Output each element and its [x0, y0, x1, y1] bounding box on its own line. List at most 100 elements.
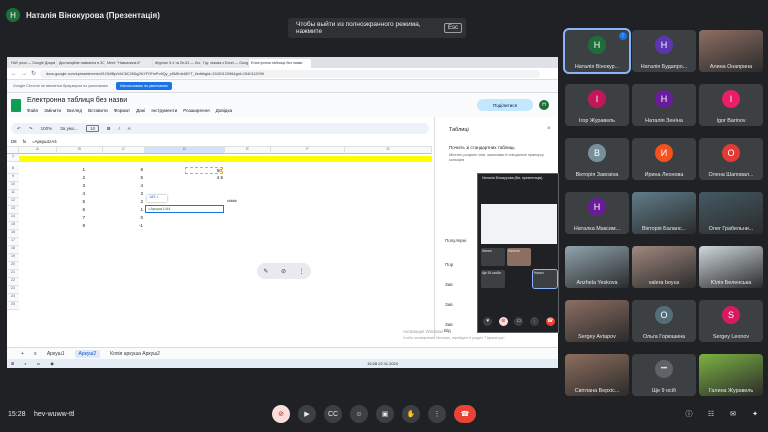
column-header[interactable]: F [271, 147, 345, 154]
column-header[interactable]: A [19, 147, 57, 154]
row-header[interactable]: 16 [7, 230, 19, 238]
column-header[interactable]: C [103, 147, 145, 154]
side-item[interactable]: Зав [445, 282, 453, 287]
cell-a11[interactable]: 3 [65, 183, 85, 188]
participant-tile[interactable]: Anzhela Yeskova [565, 246, 629, 288]
participant-tile[interactable]: Галина Журавель [699, 354, 763, 396]
menu-view[interactable]: Вигляд [67, 108, 82, 113]
cell-b9[interactable]: 6 [125, 167, 143, 172]
row-header[interactable]: 12 [7, 198, 19, 206]
browser-tab-active[interactable]: Електронна таблиця без назви [249, 59, 311, 68]
participant-tile[interactable]: Н Наталія Будапро... [632, 30, 696, 72]
cell-a15[interactable]: 7 [65, 215, 85, 220]
bold-icon[interactable]: B [107, 126, 110, 131]
more-icon[interactable]: ⋮ [299, 268, 305, 275]
mini-hangup-icon[interactable]: ☎ [545, 316, 555, 326]
participant-tile[interactable]: S Sergey Leonov [699, 300, 763, 342]
set-default-button[interactable]: Использовать по умолчанию [116, 82, 172, 90]
side-item[interactable]: Зав [445, 302, 453, 307]
side-item-popular[interactable]: Популярні [445, 238, 466, 243]
hide-icon[interactable]: ⊘ [281, 268, 286, 275]
sheet-tab[interactable]: Копія аркуша Аркуш2 [110, 351, 160, 357]
participant-tile[interactable]: И Ирина Леонова [632, 138, 696, 180]
formula-input[interactable]: =Аркуш1!A4 [32, 139, 57, 144]
column-header[interactable]: E [225, 147, 271, 154]
cell-e13[interactable]: ckbbk [227, 199, 257, 203]
browser-tab[interactable]: Гід: чекова з Excel — Google [201, 59, 248, 68]
menu-insert[interactable]: Вставити [88, 108, 108, 113]
participant-tile[interactable]: Алина Онаприна [699, 30, 763, 72]
cell-a12[interactable]: 4 [65, 191, 85, 196]
row-header[interactable]: 9 [7, 174, 19, 182]
back-icon[interactable]: ← [11, 71, 17, 77]
participant-tile[interactable]: І Ігор Журавель [565, 84, 629, 126]
participant-tile[interactable]: Олег Грабельни... [699, 192, 763, 234]
row-header[interactable]: 8 [7, 166, 19, 174]
mini-mic-off-icon[interactable]: ⊘ [498, 316, 508, 326]
sheet-tab[interactable]: Аркуш1 [47, 351, 65, 357]
row-header[interactable]: 20 [7, 262, 19, 270]
browser-tab[interactable]: Журнал 9-1 та 2b-03 — Google [153, 59, 200, 68]
text-color-icon[interactable]: A [128, 126, 131, 131]
browser-tab[interactable]: Meet: "Навчальна 6" [105, 59, 152, 68]
row-header[interactable]: 10 [7, 182, 19, 190]
info-icon[interactable]: ⓘ [680, 405, 698, 423]
participant-tile[interactable]: ••• Ще 9 осіб [632, 354, 696, 396]
menu-tools[interactable]: Інструменти [151, 108, 177, 113]
present-button[interactable]: ▣ [376, 405, 394, 423]
row-header[interactable]: 21 [7, 270, 19, 278]
chat-icon[interactable]: ✉ [724, 405, 742, 423]
search-icon[interactable]: ⌕ [24, 361, 26, 366]
cell-b16[interactable]: -1 [125, 223, 143, 228]
font-select[interactable]: За умо... [60, 126, 78, 131]
cell-b10[interactable]: 5 [125, 175, 143, 180]
raise-hand-button[interactable]: ✋ [402, 405, 420, 423]
row-header[interactable]: 17 [7, 238, 19, 246]
forward-icon[interactable]: → [21, 71, 27, 77]
column-header[interactable]: B [57, 147, 103, 154]
all-sheets-icon[interactable]: ≡ [34, 351, 37, 357]
row-header[interactable]: 19 [7, 254, 19, 262]
participant-tile[interactable]: Юлія Беленська [699, 246, 763, 288]
menu-help[interactable]: Довідка [216, 108, 233, 113]
cell-b12[interactable]: 3 [125, 191, 143, 196]
menu-format[interactable]: Формат [114, 108, 130, 113]
italic-icon[interactable]: I [118, 126, 119, 131]
row-header[interactable]: 11 [7, 190, 19, 198]
cell-a16[interactable]: 8 [65, 223, 85, 228]
row-header[interactable]: 22 [7, 278, 19, 286]
active-cell-editor[interactable]: =Аркуш1!A4 [145, 205, 224, 213]
row-header[interactable]: 18 [7, 246, 19, 254]
menu-edit[interactable]: Змінити [44, 108, 61, 113]
zoom-select[interactable]: 100% [41, 126, 53, 131]
font-size-input[interactable]: 10 [86, 125, 100, 132]
participant-tile[interactable]: О Ольга Горюшина [632, 300, 696, 342]
hangup-button[interactable]: ☎ [454, 405, 476, 423]
participant-tile[interactable]: В Вікторія Завозіна [565, 138, 629, 180]
side-item[interactable]: Пор [445, 262, 453, 267]
row-header[interactable]: 24 [7, 294, 19, 302]
row-header[interactable]: 1 [7, 154, 19, 162]
document-title[interactable]: Електронна таблиця без назви [27, 97, 127, 104]
column-header[interactable]: D [145, 147, 225, 154]
activities-icon[interactable]: ✦ [746, 405, 764, 423]
redo-icon[interactable]: ↷ [29, 126, 33, 132]
cell-a14[interactable]: 6 [65, 207, 85, 212]
close-icon[interactable]: × [547, 126, 551, 132]
side-item[interactable]: Зав [445, 322, 453, 327]
cell-a10[interactable]: 2 [65, 175, 85, 180]
cell-reference[interactable]: D8 [11, 139, 17, 144]
people-icon[interactable]: ☷ [702, 405, 720, 423]
cell-a13[interactable]: 5 [65, 199, 85, 204]
row-header[interactable]: 25 [7, 302, 19, 310]
participant-tile[interactable]: Н Наталка Максим... [565, 192, 629, 234]
more-options-button[interactable]: ⋮ [428, 405, 446, 423]
row-header[interactable]: 23 [7, 286, 19, 294]
browser-tab[interactable]: Дистанційне навчання в ЗСП [57, 59, 104, 68]
participant-tile[interactable]: Sergey Avtapov [565, 300, 629, 342]
url-input[interactable]: docs.google.com/spreadsheets/d/1Ok9Bp0rh… [40, 69, 541, 78]
cell-b15[interactable]: 0 [125, 215, 143, 220]
emoji-button[interactable]: ☺ [350, 405, 368, 423]
participant-tile[interactable]: О Олена Шаповал... [699, 138, 763, 180]
cell-d9[interactable]: 50 [185, 167, 223, 174]
